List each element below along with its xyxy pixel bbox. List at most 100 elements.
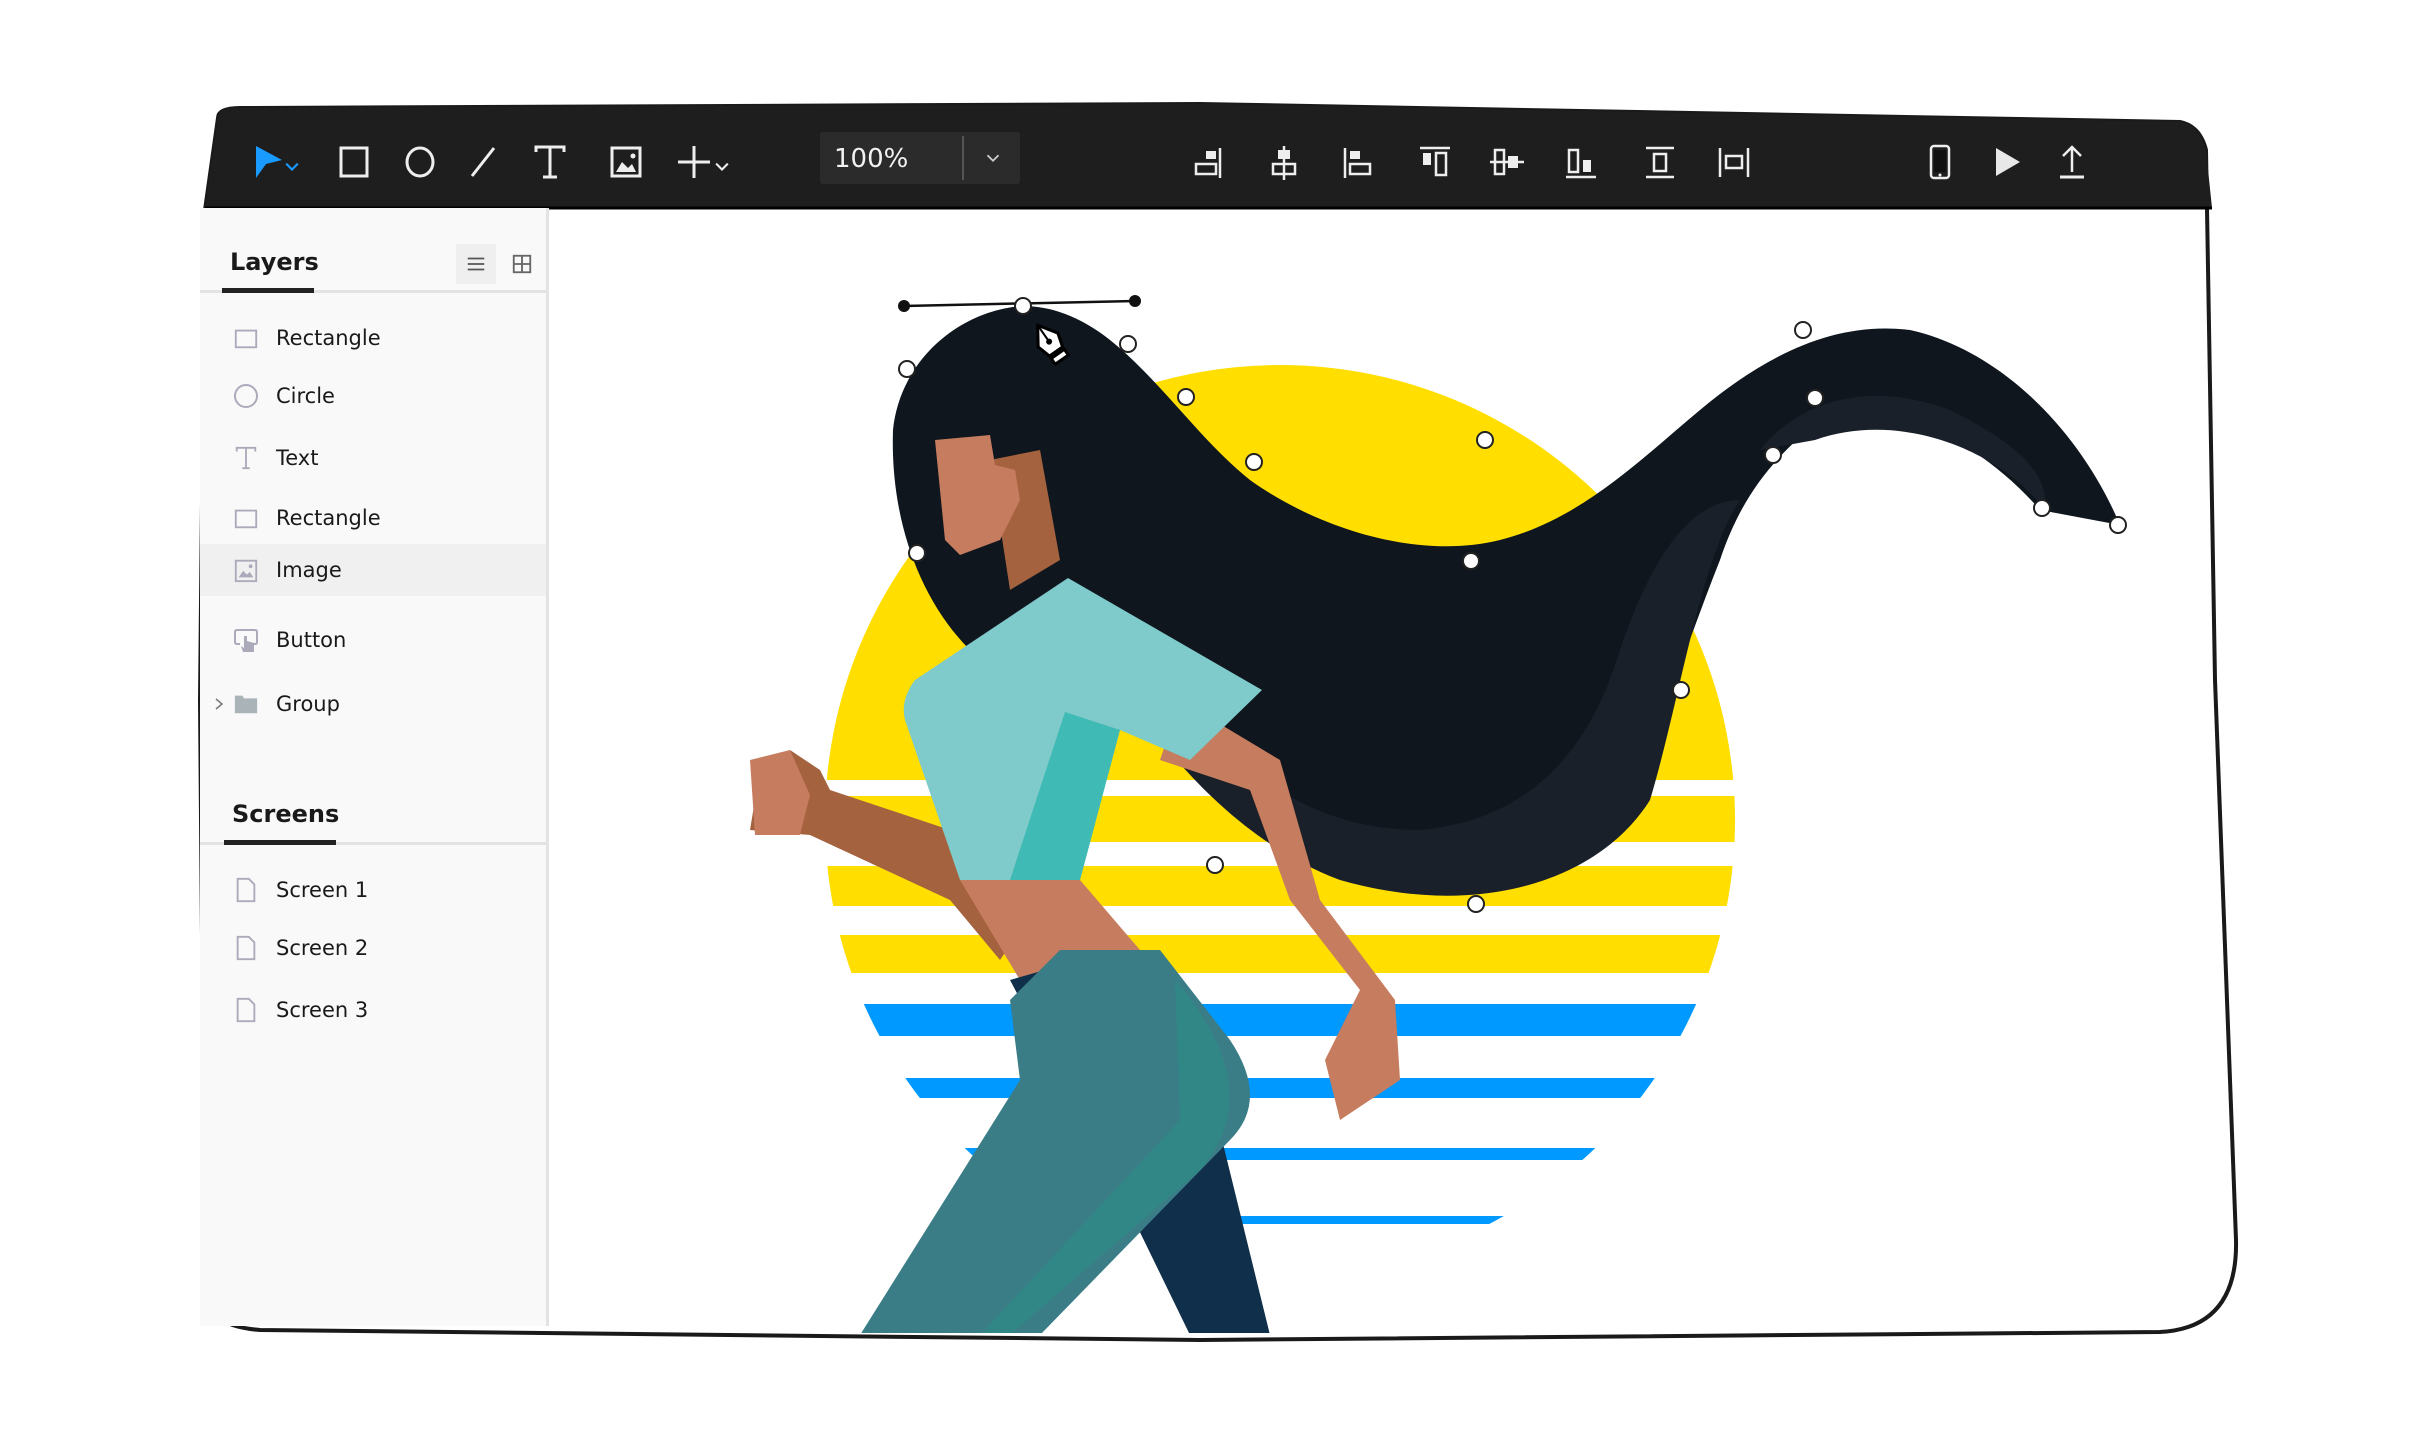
anchor-point[interactable]: [898, 360, 916, 378]
screen-label: Screen 2: [276, 936, 369, 960]
bezier-handle[interactable]: [1129, 295, 1141, 307]
screen-label: Screen 3: [276, 998, 369, 1022]
zoom-value[interactable]: 100%: [834, 144, 908, 174]
zoom-separator: [962, 136, 964, 180]
device-preview-button[interactable]: [1916, 138, 1964, 186]
line-tool-button[interactable]: [460, 138, 508, 186]
text-icon: [232, 444, 260, 472]
screens-tab[interactable]: Screens: [232, 800, 339, 828]
chevron-down-icon: [715, 162, 729, 171]
circle-icon: [232, 382, 260, 410]
select-tool-dropdown[interactable]: [280, 138, 304, 186]
screen-item[interactable]: Screen 1: [200, 864, 546, 916]
chevron-right-icon[interactable]: [212, 694, 226, 714]
rectangle-icon: [232, 324, 260, 352]
screen-item[interactable]: Screen 2: [200, 922, 546, 974]
layer-item-selected[interactable]: Image: [200, 544, 546, 596]
play-icon: [1996, 148, 2020, 176]
anchor-point[interactable]: [1177, 388, 1195, 406]
image-icon: [232, 556, 260, 584]
anchor-point[interactable]: [1206, 856, 1224, 874]
layer-item[interactable]: Button: [200, 614, 546, 666]
layer-item[interactable]: Rectangle: [200, 312, 546, 364]
layer-item-group[interactable]: Group: [200, 678, 546, 730]
add-tool-dropdown[interactable]: [710, 138, 734, 186]
play-preview-button[interactable]: [1982, 138, 2030, 186]
chevron-down-icon: [285, 162, 299, 171]
align-left-icon: [1343, 148, 1372, 178]
rectangle-icon: [339, 146, 369, 178]
align-center-vertical-button[interactable]: [1482, 138, 1530, 186]
align-bottom-icon: [1566, 148, 1596, 179]
line-icon: [470, 147, 496, 177]
anchor-point[interactable]: [1014, 297, 1032, 315]
rectangle-tool-button[interactable]: [330, 138, 378, 186]
layers-tab[interactable]: Layers: [230, 248, 319, 276]
distribute-vertical-icon: [1646, 146, 1674, 179]
align-left-button[interactable]: [1334, 138, 1382, 186]
anchor-point[interactable]: [1119, 335, 1137, 353]
illustration-running-woman[interactable]: [548, 208, 2198, 1333]
anchor-point[interactable]: [1467, 895, 1485, 913]
grid-icon: [512, 254, 532, 274]
align-center-horizontal-button[interactable]: [1260, 138, 1308, 186]
anchor-point[interactable]: [1806, 389, 1824, 407]
layers-tab-underline: [222, 288, 314, 293]
anchor-point[interactable]: [2033, 499, 2051, 517]
rectangle-icon: [232, 504, 260, 532]
anchor-point[interactable]: [1764, 446, 1782, 464]
layer-item[interactable]: Rectangle: [200, 492, 546, 544]
folder-icon: [232, 690, 260, 718]
screens-tab-underline: [224, 840, 336, 845]
layer-label: Image: [276, 558, 342, 582]
text-tool-button[interactable]: [526, 138, 574, 186]
align-top-button[interactable]: [1410, 138, 1458, 186]
align-center-horizontal-icon: [1271, 146, 1297, 180]
screen-item[interactable]: Screen 3: [200, 984, 546, 1036]
image-icon: [610, 146, 642, 178]
anchor-point[interactable]: [1794, 321, 1812, 339]
layer-item[interactable]: Text: [200, 432, 546, 484]
align-top-icon: [1420, 146, 1450, 177]
layer-item[interactable]: Circle: [200, 370, 546, 422]
sun-stripe: [825, 935, 1735, 973]
chevron-down-icon: [986, 154, 1000, 163]
layer-label: Button: [276, 628, 347, 652]
layers-panel-header: Layers: [200, 208, 546, 293]
list-view-button[interactable]: [456, 244, 496, 284]
screen-label: Screen 1: [276, 878, 369, 902]
layer-label: Group: [276, 692, 340, 716]
page-icon: [232, 996, 260, 1024]
layer-label: Circle: [276, 384, 335, 408]
sidebar: Layers Rectangle Circle Text Rectangle I…: [200, 208, 549, 1326]
anchor-point[interactable]: [908, 544, 926, 562]
list-icon: [467, 257, 485, 271]
page-icon: [232, 934, 260, 962]
image-tool-button[interactable]: [602, 138, 650, 186]
zoom-control[interactable]: 100%: [820, 132, 1020, 184]
align-right-icon: [1194, 148, 1222, 178]
sun-stripe-blue: [825, 1078, 1735, 1098]
distribute-horizontal-icon: [1718, 148, 1750, 177]
export-button[interactable]: [2048, 138, 2096, 186]
anchor-point[interactable]: [1462, 552, 1480, 570]
ellipse-tool-button[interactable]: [396, 138, 444, 186]
screens-panel-header: Screens: [200, 760, 546, 845]
bezier-handle[interactable]: [898, 300, 910, 312]
upload-icon: [2060, 145, 2084, 179]
anchor-point[interactable]: [1672, 681, 1690, 699]
anchor-point[interactable]: [2109, 516, 2127, 534]
distribute-vertical-button[interactable]: [1636, 138, 1684, 186]
layer-label: Text: [276, 446, 319, 470]
button-tap-icon: [232, 626, 260, 654]
align-right-button[interactable]: [1184, 138, 1232, 186]
zoom-dropdown-button[interactable]: [966, 132, 1020, 184]
align-bottom-button[interactable]: [1556, 138, 1604, 186]
anchor-point[interactable]: [1245, 453, 1263, 471]
design-canvas[interactable]: [548, 208, 2198, 1333]
anchor-point[interactable]: [1476, 431, 1494, 449]
distribute-horizontal-button[interactable]: [1710, 138, 1758, 186]
grid-view-button[interactable]: [502, 244, 542, 284]
layer-label: Rectangle: [276, 326, 381, 350]
circle-icon: [405, 146, 435, 178]
